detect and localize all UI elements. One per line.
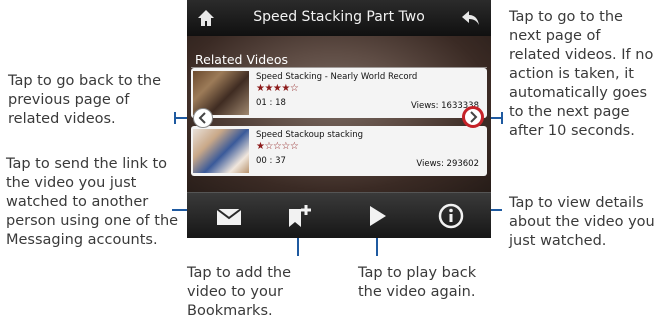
phone-screen: Speed Stacking Part Two Related Videos S… — [187, 0, 491, 238]
video-rating: ★★★★☆ — [256, 83, 299, 94]
callout-details: Tap to view details about the video you … — [509, 195, 655, 249]
video-title: Speed Stacking - Nearly World Record — [256, 72, 418, 82]
callout-prev-page: Tap to go back to the previous page of r… — [8, 73, 162, 127]
video-rating: ★☆☆☆☆ — [256, 141, 299, 152]
chevron-left-icon — [198, 112, 206, 124]
callout-bookmark: Tap to add the video to your Bookmarks. — [187, 265, 292, 319]
callout-line-prev-tick — [174, 112, 176, 124]
video-item[interactable]: Speed Stacking - Nearly World Record ★★★… — [191, 68, 487, 118]
section-label: Related Videos — [195, 52, 288, 67]
video-title: Speed Stackoup stacking — [256, 130, 363, 140]
video-item[interactable]: Speed Stackoup stacking ★☆☆☆☆ 00 : 37 Vi… — [191, 126, 487, 176]
callout-line-play — [376, 236, 378, 256]
home-icon[interactable] — [196, 8, 216, 28]
chevron-right-icon — [470, 111, 478, 123]
play-icon[interactable] — [362, 203, 392, 229]
video-duration: 01 : 18 — [256, 98, 286, 108]
next-page-button[interactable] — [462, 106, 484, 128]
previous-page-button[interactable] — [193, 108, 213, 128]
back-arrow-icon[interactable] — [460, 8, 482, 28]
video-duration: 00 : 37 — [256, 156, 286, 166]
callout-line-next-tick — [501, 112, 503, 124]
envelope-icon[interactable] — [214, 203, 244, 229]
page-title: Speed Stacking Part Two — [253, 9, 425, 25]
video-thumbnail — [193, 129, 249, 173]
info-icon[interactable] — [436, 203, 466, 229]
related-videos-panel: Related Videos Speed Stacking - Nearly W… — [187, 36, 491, 192]
bottom-toolbar — [187, 192, 491, 238]
bookmark-add-icon[interactable] — [284, 203, 314, 229]
callout-next-page: Tap to go to the next page of related vi… — [509, 9, 654, 139]
callout-line-bookmark — [297, 236, 299, 256]
callout-send-link: Tap to send the link to the video you ju… — [6, 156, 179, 248]
video-views: Views: 293602 — [416, 159, 479, 169]
title-bar: Speed Stacking Part Two — [187, 0, 491, 36]
callout-play: Tap to play back the video again. — [358, 265, 477, 300]
